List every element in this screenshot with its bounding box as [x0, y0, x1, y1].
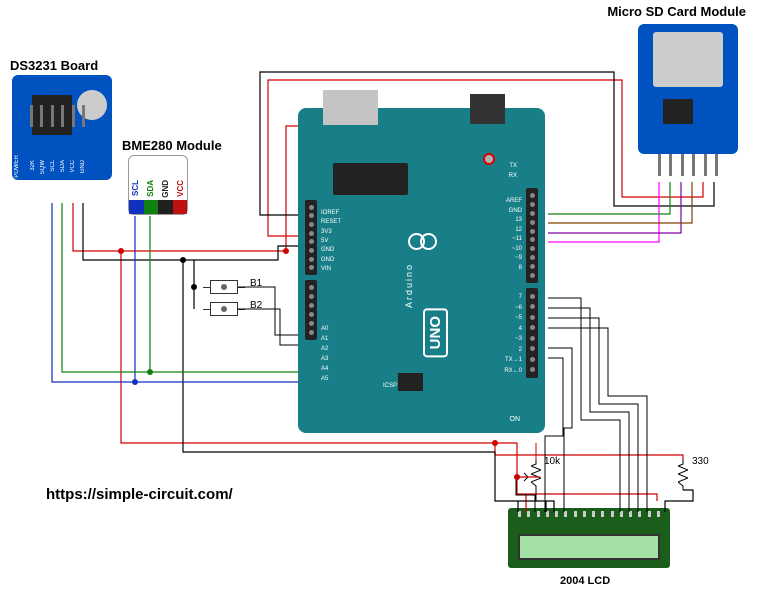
arduino-name: Arduino	[404, 263, 414, 308]
usb-port	[323, 90, 378, 125]
pin-dRX0: RX←0	[504, 368, 522, 374]
reset-button[interactable]	[483, 153, 495, 165]
arduino-logo-icon	[408, 233, 443, 253]
pin-dGND: GND	[509, 208, 522, 214]
b1-label: B1	[250, 278, 262, 289]
pin-d5: ~5	[515, 315, 522, 321]
lcd-title: 2004 LCD	[560, 575, 610, 587]
ds3231-pins	[30, 105, 85, 127]
node-b1	[191, 284, 197, 290]
bme280-pin-gnd: GND	[161, 180, 170, 198]
bme280-pin-scl: SCL	[131, 180, 140, 196]
node-gnd	[180, 257, 186, 263]
mcu-chip	[333, 163, 408, 195]
button-b1[interactable]	[210, 280, 238, 294]
pin-dTX1: TX→1	[505, 357, 522, 363]
sd-card-module	[638, 24, 738, 154]
pin-gnd: GND	[321, 257, 334, 263]
pin-d4: 4	[519, 326, 522, 332]
pin-gnd: GND	[321, 247, 334, 253]
node-vcc3	[492, 440, 498, 446]
ds3231-pin-gnd: GND	[80, 160, 86, 173]
pin-d2: 2	[519, 347, 522, 353]
pin-d8: 8	[519, 265, 522, 271]
digital-header-1	[526, 188, 538, 283]
pin-3v3: 3V3	[321, 229, 332, 235]
sd-title: Micro SD Card Module	[607, 4, 746, 19]
barrel-jack	[470, 94, 505, 124]
resistor-330	[678, 460, 688, 490]
lcd-2004	[508, 508, 670, 568]
bme280-pin-sda: SDA	[146, 180, 155, 197]
arduino-uno: Arduino UNO ON TX RX ICSP	[298, 108, 545, 433]
button-b2[interactable]	[210, 302, 238, 316]
pin-a5: A5	[321, 376, 328, 382]
r2-label: 330	[692, 456, 709, 467]
node-vcc2	[283, 248, 289, 254]
ds3231-title: DS3231 Board	[10, 58, 98, 73]
node-vcc4	[514, 474, 520, 480]
pin-vin: VIN	[321, 266, 331, 272]
pin-a1: A1	[321, 336, 328, 342]
pin-a2: A2	[321, 346, 328, 352]
pin-d7: 7	[519, 294, 522, 300]
pin-d6: ~6	[515, 305, 522, 311]
bme280-pin-vcc: VCC	[176, 180, 185, 197]
on-led-label: ON	[510, 416, 521, 423]
pin-d10: ~10	[512, 246, 522, 252]
node-scl	[132, 379, 138, 385]
pin-d13: 13	[515, 217, 522, 223]
credit-url: https://simple-circuit.com/	[46, 486, 233, 503]
pin-d11: ~11	[512, 236, 522, 242]
ds3231-pin-vcc: VCC	[70, 160, 76, 173]
node-sda	[147, 369, 153, 375]
ds3231-pin-scl: SCL	[50, 160, 56, 172]
icsp-header	[398, 373, 423, 391]
ds3231-pin-32k: 32K	[30, 160, 36, 171]
pin-d12: 12	[515, 227, 522, 233]
pin-d3: ~3	[515, 336, 522, 342]
power-label: POWER	[14, 155, 20, 178]
rx-label: RX	[509, 173, 517, 179]
pin-reset: RESET	[321, 219, 341, 225]
pin-5v: 5V	[321, 238, 328, 244]
ds3231-pin-sqw: SQW	[40, 160, 46, 174]
analog-header	[305, 280, 317, 340]
pin-d9: ~9	[515, 255, 522, 261]
icsp-label: ICSP	[383, 383, 397, 389]
pin-ioref: IOREF	[321, 210, 339, 216]
r1-label: 10k	[544, 456, 560, 467]
ds3231-pin-sda: SDA	[60, 160, 66, 172]
tx-label: TX	[509, 163, 517, 169]
b2-label: B2	[250, 300, 262, 311]
sd-pins	[658, 154, 718, 176]
pin-a4: A4	[321, 366, 328, 372]
digital-header-2	[526, 288, 538, 378]
pin-a3: A3	[321, 356, 328, 362]
bme280-title: BME280 Module	[122, 138, 222, 153]
arduino-model: UNO	[423, 308, 448, 357]
pin-a0: A0	[321, 326, 328, 332]
pin-dAREF: AREF	[506, 198, 522, 204]
node-vcc	[118, 248, 124, 254]
power-header	[305, 200, 317, 275]
